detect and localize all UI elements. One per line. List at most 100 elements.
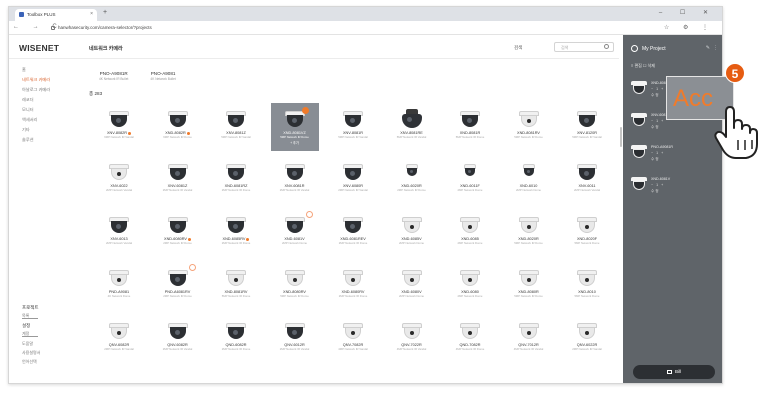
product-card[interactable]: XND-6080 2MP Network Dome (446, 262, 494, 310)
product-card[interactable]: QNV-6082R 2MP Network IR Vandal (95, 315, 143, 363)
camera-dome (111, 168, 127, 180)
product-card[interactable]: QND-7082R 4MP Network IR Dome (446, 315, 494, 363)
product-card[interactable]: XND-6085RV 2MP Network IR Dome (212, 209, 260, 257)
product-card[interactable]: XND-8080RV 5MP Network IR Dome (271, 262, 319, 310)
project-item[interactable]: XND-6081V − 1 + 수정 (631, 175, 716, 197)
product-card[interactable]: XND-6080RV 2MP Network IR Dome (329, 262, 377, 310)
product-desc: 5MP Network IR Dome (514, 135, 543, 139)
product-card[interactable]: XND-8081R 5MP Network IR Dome (446, 103, 494, 151)
filter-label[interactable]: 검색 (514, 45, 522, 51)
camera-image (517, 321, 541, 341)
sidebar-item[interactable]: 액세서리 (9, 115, 79, 125)
product-card[interactable]: QNV-6082R 2MP Network IR Vandal (154, 315, 202, 363)
url-field[interactable]: hanwhasecurity.com/camera-selector/?proj… (51, 24, 551, 32)
product-card[interactable]: XNV-6013 2MP Network Vandal (95, 209, 143, 257)
sidebar-item[interactable]: 모니터 (9, 105, 79, 115)
quantity-stepper[interactable]: − 1 + (651, 151, 673, 155)
product-card[interactable]: XNV-6081Z 2MP Network IR Vandal (154, 156, 202, 204)
product-card[interactable]: XND-6085V 2MP Network Dome (388, 209, 436, 257)
project-toolbar[interactable]: ≡ 편집 ☐ 삭제 (631, 63, 655, 69)
product-card[interactable]: XND-6085 2MP Network Dome (446, 209, 494, 257)
product-card[interactable]: QNV-7022R 4MP Network IR Vandal (388, 315, 436, 363)
product-card[interactable]: QNV-6012R 2MP Network IR Vandal (271, 315, 319, 363)
sidebar-bottom-item[interactable]: 사용설명서 (22, 348, 72, 357)
bill-button[interactable]: Bill (633, 365, 715, 379)
camera-dome (579, 168, 595, 180)
edit-icon[interactable]: ✎ (706, 45, 710, 51)
browser-tab[interactable]: Toolbox PLUS × (15, 9, 97, 21)
product-card[interactable]: XNV-8081Z 5MP Network IR Vandal (212, 103, 260, 151)
product-card[interactable]: XND-8020F 5MP Network Dome (563, 209, 611, 257)
product-card[interactable]: XND-6020R 2MP Network IR Dome (388, 156, 436, 204)
camera-image (341, 321, 365, 341)
product-card[interactable]: XNV-8081RE 5MP Network IR Vandal (388, 103, 436, 151)
product-card[interactable]: XNV-8120R 5MP Network IR Vandal (563, 103, 611, 151)
product-card[interactable]: XNV-6022 2MP Network Vandal (95, 156, 143, 204)
product-card[interactable]: XND-8081RV 5MP Network IR Dome (505, 103, 553, 151)
product-card[interactable]: XNV-6011 2MP Network Vandal (563, 156, 611, 204)
product-card[interactable]: XND-6081RZ 2MP Network IR Dome (212, 156, 260, 204)
sidebar-menu: 홈 네트워크 카메라 아날로그 카메라 레코더 모니터 액세서리 기타 솔루션 (9, 65, 79, 145)
sidebar-item[interactable]: 아날로그 카메라 (9, 85, 79, 95)
product-card[interactable]: XNV-8081R 5MP Network IR Vandal (329, 103, 377, 151)
window-controls[interactable]: – ☐ ✕ (659, 9, 716, 16)
project-item[interactable]: PNO-A9081R − 1 + 수정 (631, 143, 716, 165)
sidebar-bottom-item[interactable]: 도움말 (22, 339, 72, 348)
lock-icon (51, 25, 55, 30)
project-item-note[interactable]: 수정 (651, 189, 670, 194)
sidebar-bottom-item[interactable]: 설정 (22, 321, 72, 330)
product-card[interactable]: XNV-6081R 2MP Network IR Vandal (271, 156, 319, 204)
search-input[interactable]: 검색 (554, 42, 614, 52)
model-tab[interactable]: PNO-A9081 4K Network Bullet (150, 71, 175, 81)
wisenet-logo[interactable]: WISENET (19, 43, 59, 53)
sidebar-bottom-item[interactable]: 계정 (22, 330, 38, 337)
product-card[interactable]: XND-6011F 2MP Network Dome (446, 156, 494, 204)
product-card[interactable]: XND-6080RV 2MP Network IR Dome (154, 209, 202, 257)
project-item-note[interactable]: 수정 (651, 157, 673, 162)
add-to-project-button[interactable]: + 추가 (271, 140, 319, 145)
camera-image (400, 268, 424, 288)
new-tab-button[interactable]: + (103, 9, 107, 16)
sidebar-item[interactable]: 네트워크 카메라 (9, 75, 79, 85)
product-card[interactable]: XND-8080R 5MP Network IR Dome (505, 262, 553, 310)
product-card[interactable]: QNV-7082R 4MP Network IR Vandal (329, 315, 377, 363)
sidebar-bottom-item[interactable]: 언어선택 (22, 357, 72, 366)
camera-image (458, 321, 482, 341)
compare-ring-icon[interactable] (305, 211, 313, 218)
camera-dome (111, 115, 127, 127)
sidebar-item[interactable]: 기타 (9, 125, 79, 135)
search-icon[interactable] (604, 44, 609, 49)
product-card[interactable]: XND-8081RV 5MP Network IR Dome (212, 262, 260, 310)
product-card[interactable]: PND-A6081RV 2MP Network IR Dome (154, 262, 202, 310)
compare-ring-icon[interactable] (188, 264, 196, 271)
sidebar-item[interactable]: 레코더 (9, 95, 79, 105)
product-card[interactable]: XND-8010 5MP Network Dome (563, 262, 611, 310)
product-card[interactable]: XND-8081VZ 5MP Network IR Dome + 추가 (270, 103, 319, 151)
product-card[interactable]: XND-6081V 2MP Network Dome (271, 209, 319, 257)
model-tab[interactable]: PNO-A9081R 4K Network IR Bullet (99, 71, 128, 81)
close-tab-icon[interactable]: × (90, 11, 93, 17)
product-card[interactable]: QNV-7012R 4MP Network IR Vandal (505, 315, 553, 363)
product-card[interactable]: QND-6082R 2MP Network IR Dome (212, 315, 260, 363)
sidebar-bottom-item[interactable]: 프로젝트 (22, 303, 72, 312)
main-scrollbar[interactable] (620, 127, 622, 147)
camera-image (575, 321, 599, 341)
sidebar-item[interactable]: 홈 (9, 65, 79, 75)
product-card[interactable]: XND-6081REV 2MP Network IR Dome (329, 209, 377, 257)
sidebar-bottom-item[interactable]: 목록 (22, 312, 38, 319)
product-card[interactable]: PND-A9081 4K Network Dome (95, 262, 143, 310)
browser-menu-icons[interactable]: ☆ ⚙ ⋮ (664, 24, 714, 31)
product-card[interactable]: XND-8020R 5MP Network IR Dome (505, 209, 553, 257)
product-card[interactable]: XND-6080V 2MP Network Dome (388, 262, 436, 310)
product-card[interactable]: XND-6010 2MP Network Dome (505, 156, 553, 204)
product-card[interactable]: XND-8082R 6MP Network IR Dome (154, 103, 202, 151)
product-card[interactable]: XNV-8082R 6MP Network IR Vandal (95, 103, 143, 151)
more-icon[interactable]: ⋮ (713, 45, 718, 51)
sidebar-item[interactable]: 솔루션 (9, 135, 79, 145)
project-item-note[interactable]: 수정 (651, 125, 670, 130)
product-card[interactable]: XNV-6080R 2MP Network IR Vandal (329, 156, 377, 204)
quantity-stepper[interactable]: − 1 + (651, 183, 670, 187)
camera-dome (345, 327, 361, 339)
product-desc: 2MP Network Vandal (105, 188, 132, 192)
product-card[interactable]: QNV-6022R 2MP Network IR Vandal (563, 315, 611, 363)
